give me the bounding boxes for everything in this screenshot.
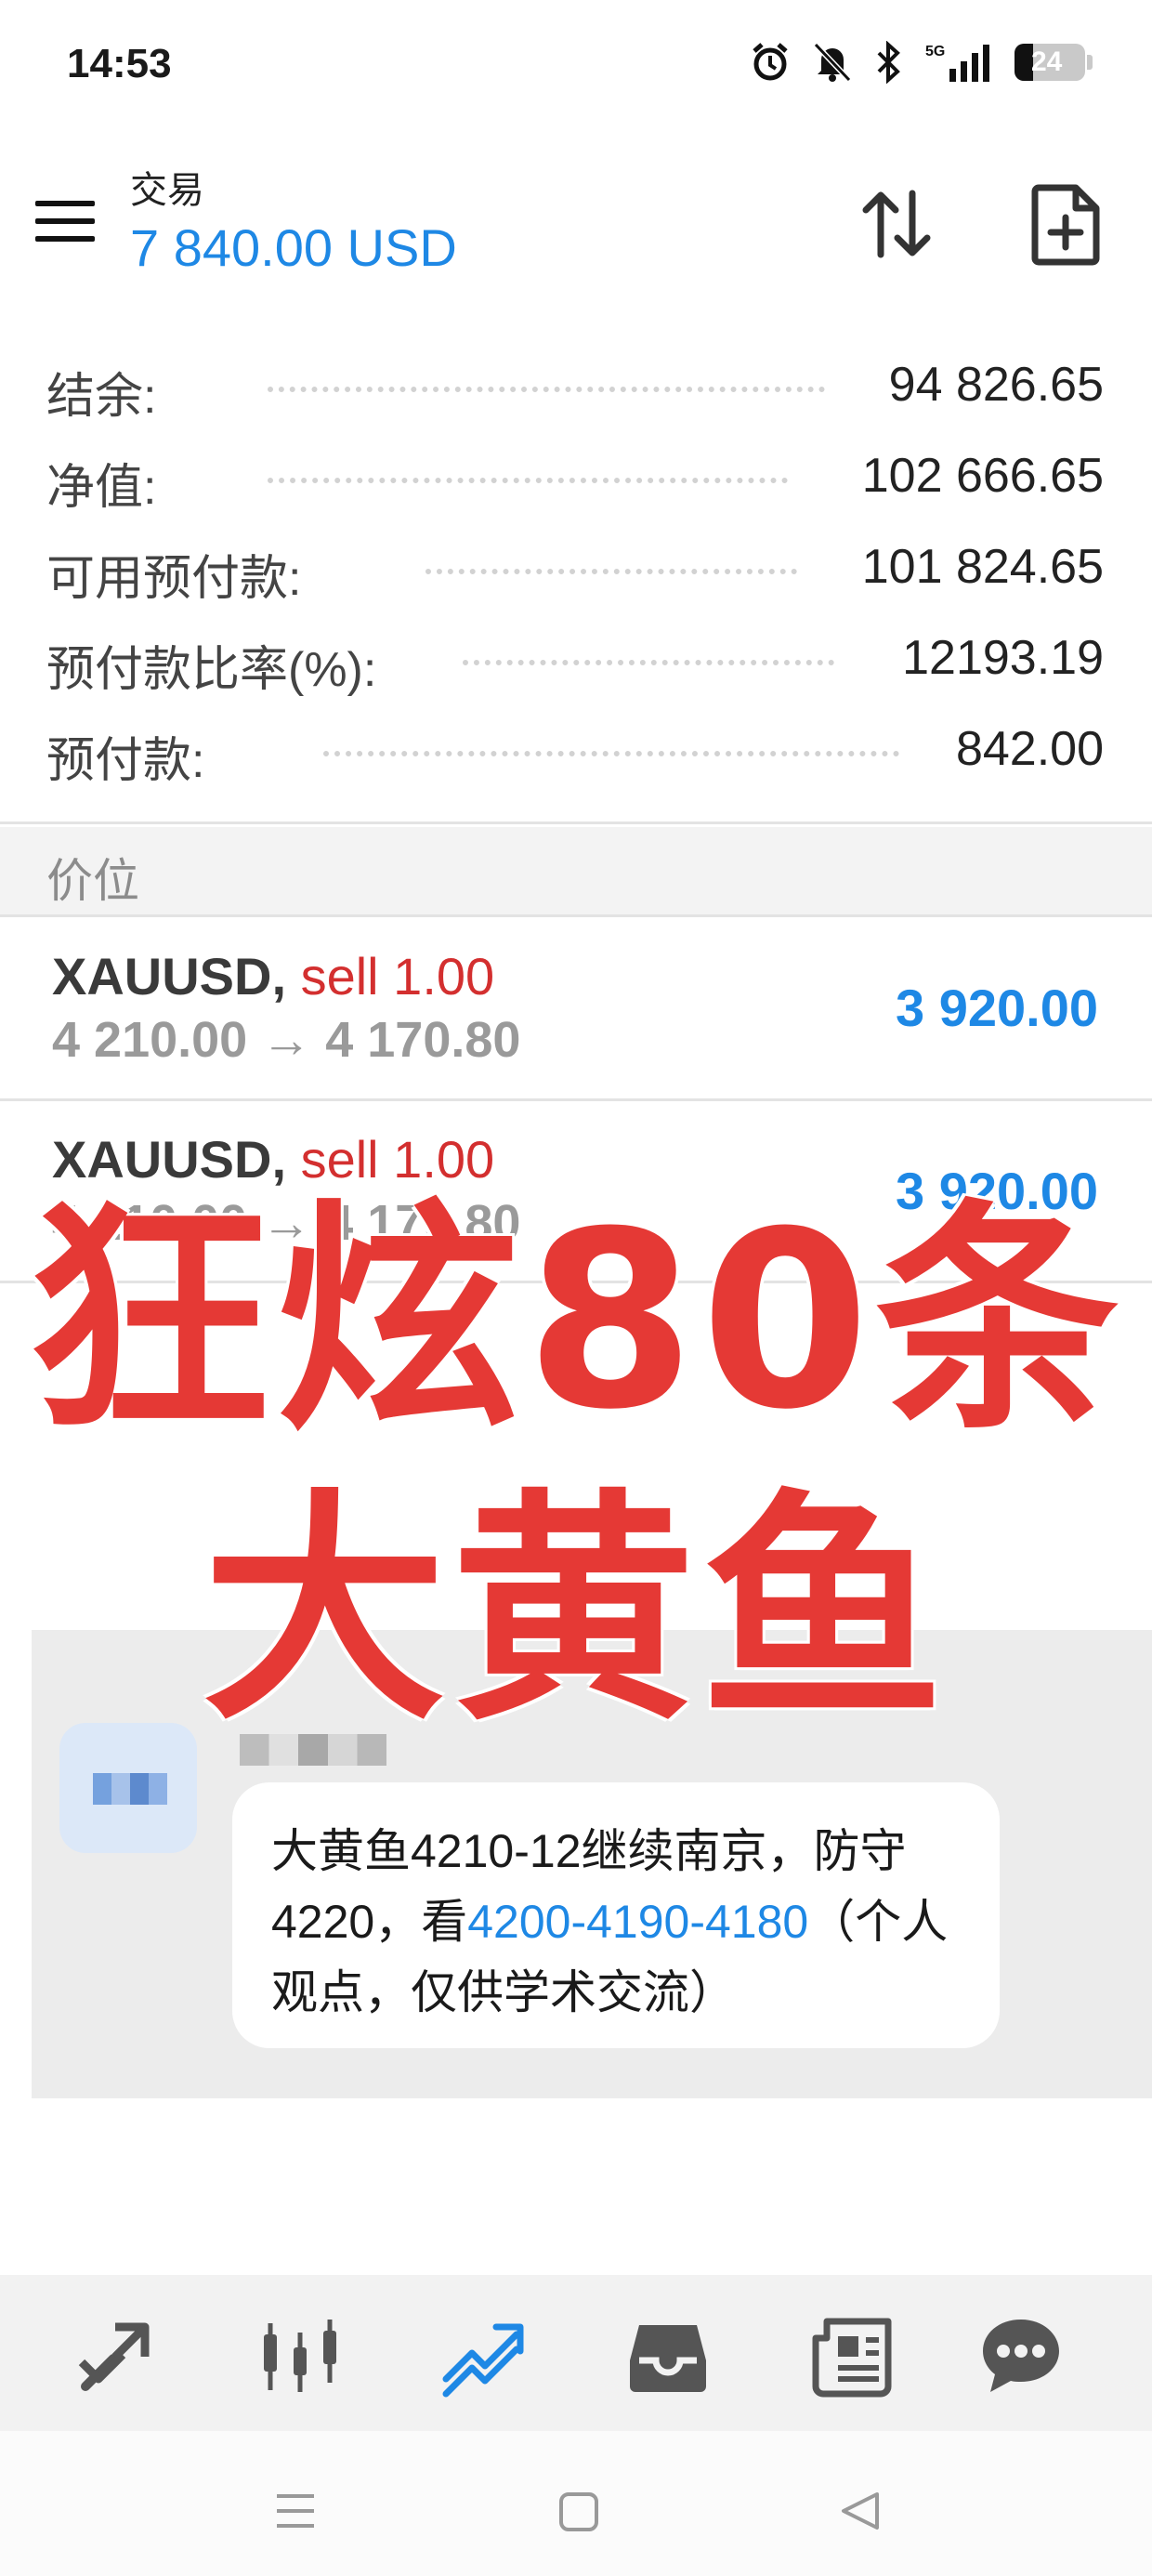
current-price: 4 170.80 [325,1012,521,1068]
page-title: 交易 [130,170,204,211]
status-time: 14:53 [67,41,172,86]
mute-icon [813,42,852,83]
open-price: 4 210.00 [52,1012,248,1068]
history-icon[interactable] [626,2314,710,2398]
battery-icon: 24 [1015,44,1093,81]
quotes-icon[interactable] [74,2314,158,2398]
arrow-icon: → [261,1012,312,1068]
position-title: XAUUSD, sell 1.00 [52,946,494,1006]
battery-level: 24 [1031,46,1063,77]
bottom-tab-bar [0,2275,1152,2431]
section-label: 价位 [46,855,139,907]
signal-5g-icon: 5G [925,44,989,82]
position-row[interactable]: XAUUSD, sell 1.00 4 210.00 → 4 170.80 3 … [0,918,1152,1100]
account-row-margin: 预付款: 842.00 [0,708,1152,799]
dotted-leader [425,569,797,574]
chat-bubble: 大黄鱼4210-12继续南京，防守4220，看4200-4190-4180（个人… [232,1782,1000,2048]
chat-message: 大黄鱼4210-12继续南京，防守4220，看4200-4190-4180（个人… [271,1816,977,2028]
menu-icon[interactable] [35,201,95,243]
margin-level-value: 12193.19 [902,631,1104,685]
account-summary: 结余: 94 826.65 净值: 102 666.65 可用预付款: 101 … [0,344,1152,799]
dotted-leader [463,660,834,665]
status-icons: 5G 24 [749,41,1093,84]
equity-value: 102 666.65 [861,449,1104,503]
account-row-free-margin: 可用预付款: 101 824.65 [0,526,1152,617]
system-navigation-bar [0,2431,1152,2576]
network-label: 5G [925,44,945,59]
chat-text-highlight: 4200-4190-4180 [467,1896,809,1948]
account-row-margin-level: 预付款比率(%): 12193.19 [0,617,1152,708]
messages-icon[interactable] [979,2314,1063,2398]
avatar-blurred [93,1773,167,1805]
margin-label: 预付款: [46,734,205,788]
home-icon[interactable] [557,2489,600,2533]
overlay-subheadline: 大黄鱼 [203,1469,949,1753]
app-header: 交易 7 840.00 USD [0,139,1152,307]
new-order-icon[interactable] [1029,182,1104,266]
positions-section-header: 价位 [0,827,1152,916]
margin-value: 842.00 [955,722,1104,776]
free-margin-label: 可用预付款: [46,552,302,606]
dotted-leader [268,478,788,483]
recent-apps-icon[interactable] [273,2489,318,2533]
free-margin-value: 101 824.65 [861,540,1104,594]
status-bar: 14:53 5G 24 [0,0,1152,139]
alarm-icon [753,43,788,81]
position-profit: 3 920.00 [896,979,1098,1037]
bluetooth-icon [877,41,900,84]
dotted-leader [268,387,825,392]
header-balance: 7 840.00 USD [130,218,457,277]
sort-icon[interactable] [855,182,938,266]
account-row-balance: 结余: 94 826.65 [0,344,1152,435]
dotted-leader [323,751,899,756]
overlay-headline: 狂炫80条 [27,1179,1125,1463]
equity-label: 净值: [46,461,157,515]
divider [0,914,1152,917]
balance-label: 结余: [46,370,157,424]
position-symbol: XAUUSD, [52,947,287,1005]
chart-icon[interactable] [258,2314,342,2398]
position-direction: sell 1.00 [300,947,495,1005]
balance-value: 94 826.65 [888,358,1104,412]
news-icon[interactable] [810,2314,894,2398]
account-row-equity: 净值: 102 666.65 [0,435,1152,526]
back-icon[interactable] [838,2489,883,2533]
position-prices: 4 210.00 → 4 170.80 [52,1011,520,1069]
margin-level-label: 预付款比率(%): [46,643,377,697]
trade-icon[interactable] [440,2314,524,2398]
divider [0,821,1152,824]
